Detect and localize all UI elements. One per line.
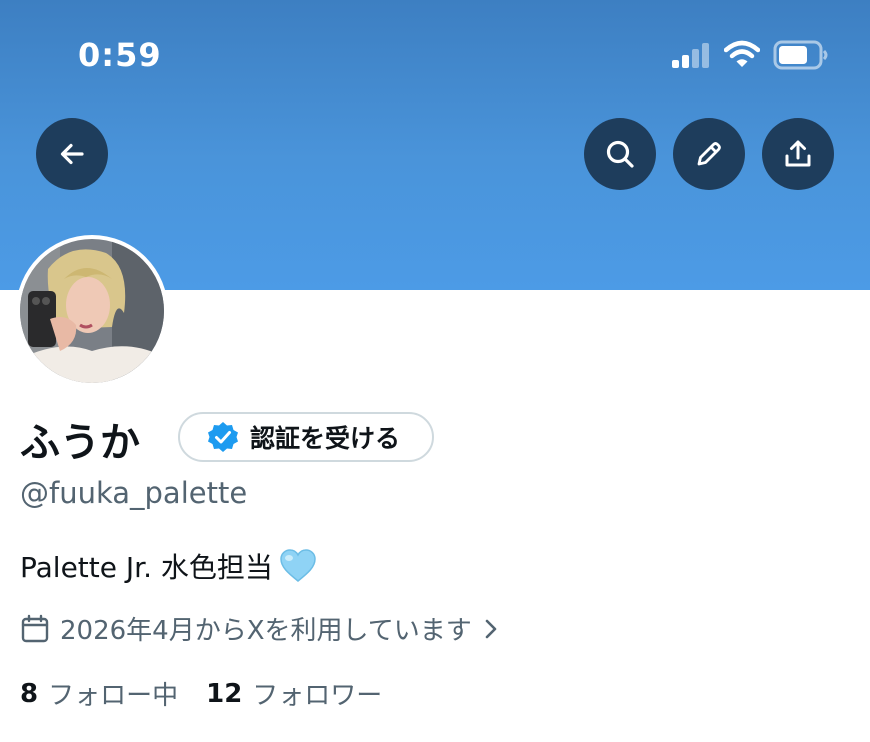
followers-count: 12	[206, 678, 243, 709]
chevron-right-icon	[485, 619, 497, 638]
profile-bio: Palette Jr. 水色担当	[20, 546, 317, 586]
get-verified-button[interactable]: 認証を受ける	[178, 412, 434, 462]
search-button[interactable]	[584, 118, 656, 190]
following-count: 8	[20, 678, 39, 709]
share-button[interactable]	[762, 118, 834, 190]
following-label: フォロー中	[48, 681, 179, 711]
search-icon	[606, 140, 634, 168]
status-time: 0:59	[78, 36, 162, 74]
followers-link[interactable]: 12 フォロワー	[206, 675, 382, 712]
back-button[interactable]	[36, 118, 108, 190]
signal-icon	[672, 42, 714, 68]
back-arrow-icon	[60, 143, 84, 165]
edit-button[interactable]	[673, 118, 745, 190]
join-date-row[interactable]: 2026年4月からXを利用しています	[20, 610, 502, 647]
get-verified-label: 認証を受ける	[250, 424, 401, 453]
join-date-text: 2026年4月からXを利用しています	[60, 616, 472, 646]
profile-avatar[interactable]	[16, 235, 168, 387]
wifi-icon	[724, 40, 760, 67]
edit-pencil-icon	[697, 142, 721, 166]
calendar-icon	[21, 614, 49, 642]
follow-stats: 8 フォロー中 12 フォロワー	[20, 675, 382, 712]
bio-text: Palette Jr. 水色担当	[20, 551, 273, 584]
following-link[interactable]: 8 フォロー中	[20, 675, 178, 712]
display-name: ふうか	[20, 420, 140, 466]
verified-badge-icon	[208, 422, 238, 452]
share-icon	[785, 140, 811, 167]
profile-handle: @fuuka_palette	[20, 476, 248, 510]
followers-label: フォロワー	[252, 681, 383, 711]
battery-icon	[773, 40, 828, 70]
light-blue-heart-emoji	[280, 549, 316, 582]
avatar-photo	[20, 239, 164, 383]
